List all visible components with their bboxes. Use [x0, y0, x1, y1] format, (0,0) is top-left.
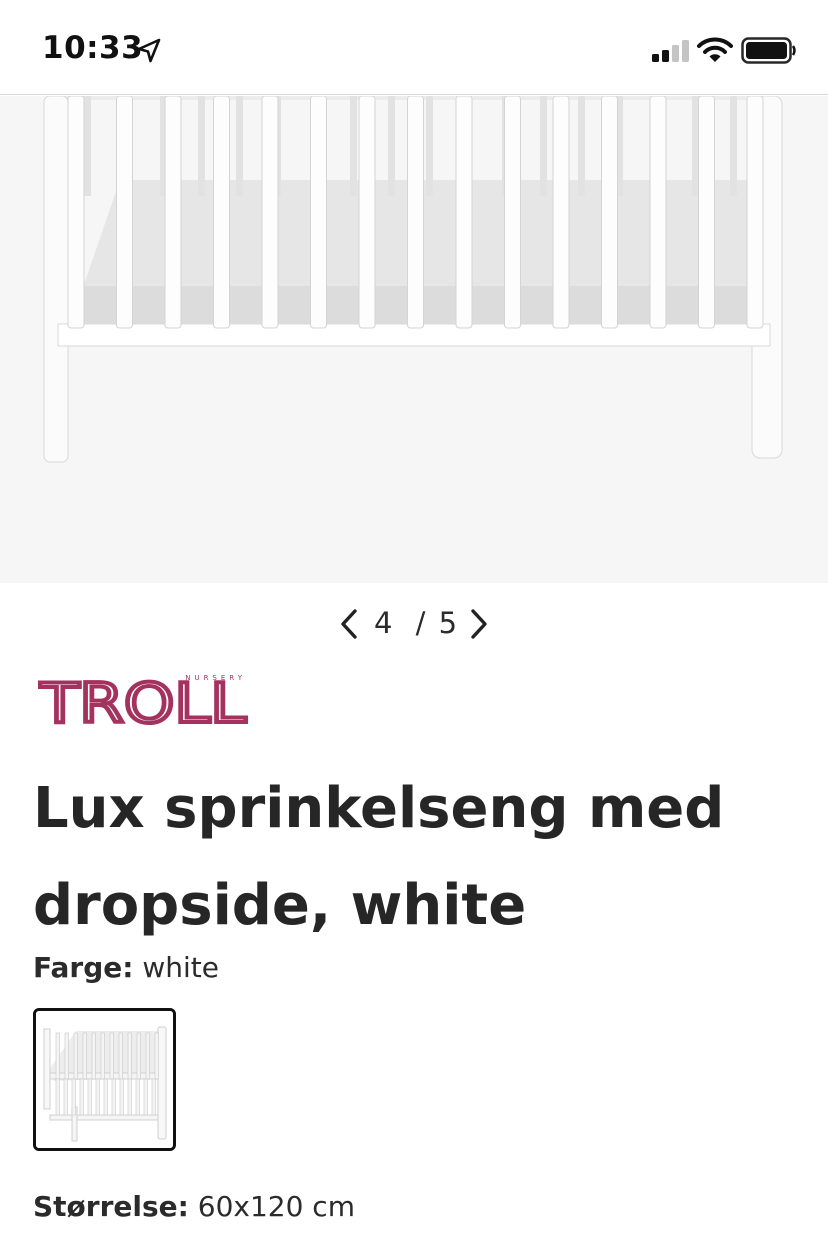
color-option: Farge: white — [33, 951, 219, 984]
brand-name: TROLL — [39, 672, 246, 728]
gallery-pager: 4 / 5 — [0, 600, 828, 650]
size-label: Størrelse: — [33, 1190, 189, 1223]
product-title: Lux sprinkelseng med dropside, white — [33, 776, 725, 938]
status-bar: 10:33 — [0, 0, 828, 95]
crib-thumbnail — [36, 1011, 173, 1148]
chevron-right-icon[interactable] — [466, 606, 492, 642]
gallery-separator: / — [415, 606, 428, 640]
color-value: white — [142, 951, 219, 984]
cellular-signal-icon — [652, 40, 689, 62]
size-value: 60x120 cm — [197, 1190, 355, 1223]
product-image[interactable] — [0, 96, 828, 583]
crib-photo — [0, 96, 828, 583]
chevron-left-icon[interactable] — [336, 606, 362, 642]
brand-logo[interactable]: NURSERY TROLL — [37, 668, 250, 737]
gallery-total: 5 — [438, 606, 460, 640]
status-time: 10:33 — [42, 30, 144, 66]
color-label: Farge: — [33, 951, 134, 984]
color-swatch-white[interactable] — [33, 1008, 176, 1151]
gallery-current: 4 — [374, 606, 395, 640]
battery-icon — [741, 37, 796, 64]
size-option: Størrelse: 60x120 cm — [33, 1190, 355, 1223]
troll-nursery-logo: NURSERY TROLL — [37, 670, 248, 737]
gallery-counter: 4 / 5 — [374, 606, 459, 640]
location-arrow-icon — [137, 38, 161, 63]
wifi-icon — [697, 37, 733, 62]
